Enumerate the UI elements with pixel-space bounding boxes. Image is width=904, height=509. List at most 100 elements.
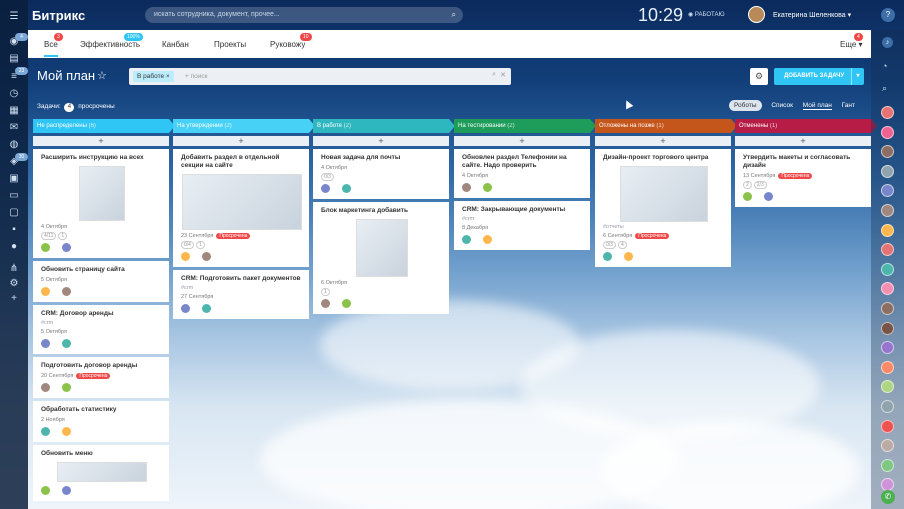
card-tag[interactable]: #отчеты — [603, 224, 725, 230]
task-card[interactable]: Добавить раздел в отдельной секции на са… — [173, 149, 309, 267]
add-card-button[interactable]: + — [313, 136, 449, 146]
view-list[interactable]: Список — [771, 102, 793, 109]
avatar[interactable] — [881, 419, 894, 433]
search-icon[interactable]: ⌕ — [452, 7, 456, 23]
clear-icon[interactable]: ✕ — [500, 71, 506, 79]
chevron-down-icon[interactable]: ▾ — [851, 68, 864, 85]
card-tag[interactable]: #crm — [462, 216, 584, 222]
avatar[interactable] — [41, 486, 50, 495]
avatar[interactable] — [881, 400, 894, 413]
avatar[interactable] — [41, 339, 50, 348]
column-header[interactable]: На утверждении (2) — [173, 119, 315, 133]
avatar[interactable] — [624, 252, 634, 261]
avatar[interactable] — [881, 145, 894, 159]
task-card[interactable]: Блок маркетинга добавить 6 Октября 1 — [313, 202, 449, 314]
avatar[interactable] — [202, 304, 212, 313]
notifications-icon[interactable]: ♪ — [882, 37, 893, 48]
card-title[interactable]: Утвердить макеты и согласовать дизайн — [743, 154, 865, 170]
card-title[interactable]: Блок маркетинга добавить — [321, 207, 443, 215]
task-card[interactable]: CRM: Подготовить пакет документов #crm 27 … — [173, 270, 309, 319]
mail-icon[interactable]: ✉ — [7, 121, 21, 135]
avatar[interactable] — [321, 184, 330, 193]
add-card-button[interactable]: + — [735, 136, 871, 146]
avatar[interactable] — [62, 287, 72, 296]
column-header[interactable]: Не распределены (6) — [33, 119, 175, 133]
history-icon[interactable]: ◔ — [882, 61, 887, 71]
task-card[interactable]: Обновить меню — [33, 445, 169, 501]
avatar[interactable] — [881, 106, 894, 119]
card-title[interactable]: Дизайн-проект торгового центра — [603, 154, 725, 162]
view-gantt[interactable]: Гант — [842, 102, 855, 109]
apps-icon[interactable]: ▪ — [7, 223, 21, 237]
avatar[interactable] — [41, 427, 50, 436]
avatar[interactable] — [603, 252, 612, 261]
card-title[interactable]: CRM: Подготовить пакет документов — [181, 275, 303, 283]
avatar[interactable] — [462, 183, 471, 192]
search-input[interactable]: искать сотрудника, документ, прочее... ⌕ — [145, 7, 463, 23]
card-title[interactable]: Обновить меню — [41, 450, 163, 458]
gear-icon[interactable]: ⚙ — [750, 68, 768, 85]
avatar[interactable] — [881, 223, 894, 237]
avatar[interactable] — [881, 262, 894, 276]
add-card-button[interactable]: + — [173, 136, 309, 146]
avatar[interactable] — [881, 439, 894, 453]
shop-icon[interactable]: ▭ — [7, 189, 21, 203]
filter-tag[interactable]: В работе × — [133, 71, 174, 82]
tab-projects[interactable]: Проекты — [214, 40, 246, 49]
card-title[interactable]: Подготовить договор аренды — [41, 362, 163, 370]
avatar[interactable] — [342, 299, 352, 308]
card-title[interactable]: Обновить страницу сайта — [41, 266, 163, 274]
card-title[interactable]: Обработать статистику — [41, 406, 163, 414]
add-icon[interactable]: + — [7, 292, 21, 306]
add-card-button[interactable]: + — [454, 136, 590, 146]
avatar[interactable] — [62, 427, 72, 436]
task-card[interactable]: Дизайн-проект торгового центра #отчеты 6 С… — [595, 149, 731, 267]
tasks-count[interactable]: 4 — [64, 103, 75, 112]
logo[interactable]: Битрикс — [32, 8, 85, 23]
avatar[interactable] — [342, 184, 352, 193]
avatar[interactable] — [743, 192, 752, 201]
add-card-button[interactable]: + — [595, 136, 731, 146]
help-icon[interactable]: ? — [881, 8, 895, 22]
column-header[interactable]: На тестировании (2) — [454, 119, 596, 133]
avatar[interactable] — [321, 299, 330, 308]
settings-icon[interactable]: ⚙ — [7, 277, 21, 291]
avatar[interactable] — [62, 243, 72, 252]
task-card[interactable]: Утвердить макеты и согласовать дизайн 13 … — [735, 149, 871, 207]
column-header[interactable]: Отменены (1) — [735, 119, 877, 133]
drive-icon[interactable]: ▦ — [7, 104, 21, 118]
column-header[interactable]: Отложены на позже (1) — [595, 119, 737, 133]
card-title[interactable]: CRM: Закрывающие документы — [462, 206, 584, 214]
card-tag[interactable]: #crm — [181, 285, 303, 291]
tab-efficiency[interactable]: Эффективность 100% — [80, 33, 143, 49]
add-card-button[interactable]: + — [33, 136, 169, 146]
task-card[interactable]: Расширить инструкцию на всех 4 Октября 4/1… — [33, 149, 169, 258]
avatar[interactable] — [764, 192, 774, 201]
view-robots[interactable]: Роботы — [729, 100, 762, 111]
avatar[interactable] — [202, 252, 212, 261]
avatar[interactable] — [62, 339, 72, 348]
star-icon[interactable]: ☆ — [97, 69, 107, 82]
task-card[interactable]: Подготовить договор аренды 20 Сентября Про… — [33, 357, 169, 398]
tab-managed[interactable]: Руковожу 10 — [270, 33, 312, 49]
avatar[interactable] — [881, 125, 894, 139]
task-card[interactable]: Новая задача для почты 4 Октября 0/3 — [313, 149, 449, 199]
structure-icon[interactable]: ⋔ — [7, 262, 21, 276]
avatar[interactable] — [881, 341, 894, 355]
filter-search[interactable]: В работе × + поиск ⌕ ✕ — [129, 68, 511, 85]
card-title[interactable]: Расширить инструкцию на всех — [41, 154, 163, 162]
avatar[interactable] — [462, 235, 471, 244]
groups-icon[interactable]: ◍ — [7, 138, 21, 152]
card-title[interactable]: CRM: Договор аренды — [41, 310, 163, 318]
avatar[interactable] — [881, 184, 894, 198]
avatar[interactable] — [181, 252, 190, 261]
add-task-button[interactable]: ДОБАВИТЬ ЗАДАЧУ ▾ — [774, 68, 864, 85]
avatar[interactable] — [881, 243, 894, 257]
tasks-overdue[interactable]: просрочены — [78, 103, 114, 110]
search-icon[interactable]: ⌕ — [882, 83, 887, 94]
avatar[interactable] — [881, 321, 894, 335]
task-card[interactable]: CRM: Закрывающие документы #crm 8 Декабря — [454, 201, 590, 250]
work-status[interactable]: ◉ РАБОТАЮ — [688, 11, 725, 18]
tab-all[interactable]: Все 3 — [44, 33, 63, 57]
task-card[interactable]: CRM: Договор аренды #crm 5 Октября — [33, 305, 169, 354]
